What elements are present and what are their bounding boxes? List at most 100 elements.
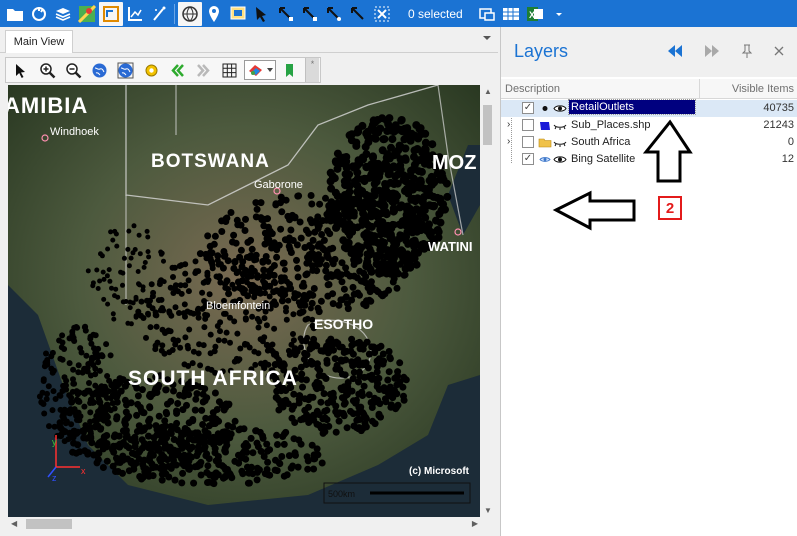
layer-visibility-checkbox[interactable]: ✓ <box>522 153 534 165</box>
tab-list-dropdown-icon[interactable] <box>482 33 492 43</box>
point-layer-icon <box>542 106 548 111</box>
document-tab-strip: Main View <box>0 27 498 53</box>
layer-visible-count: 0 <box>787 136 794 148</box>
layer-name[interactable]: Bing Satellite <box>571 153 635 165</box>
layer-visible-count: 21243 <box>763 119 794 131</box>
scale-bar-label: 500km <box>328 489 355 499</box>
back-icon[interactable] <box>164 58 190 82</box>
toolbar-divider <box>174 3 175 24</box>
eye-icon[interactable] <box>553 102 567 115</box>
open-folder-icon[interactable] <box>3 2 27 26</box>
eye-closed-icon[interactable] <box>553 119 567 132</box>
map-label-city: Gaborone <box>254 179 303 191</box>
map-label-country: AMIBIA <box>8 93 88 118</box>
layer-visibility-checkbox[interactable] <box>522 136 534 148</box>
eye-closed-icon[interactable] <box>553 136 567 149</box>
layers-panel: Layers Description Visible Items ✓ Retai… <box>500 27 797 536</box>
scroll-right-icon[interactable]: ▶ <box>472 519 478 528</box>
node-select-4-icon[interactable] <box>346 2 370 26</box>
folder-icon <box>538 138 552 148</box>
node-select-2-icon[interactable] <box>298 2 322 26</box>
tab-main-view[interactable]: Main View <box>5 30 73 53</box>
chevron-down-icon <box>267 68 273 72</box>
eye-icon[interactable] <box>553 153 567 166</box>
pin-icon[interactable] <box>739 43 755 59</box>
theme-picker-dropdown[interactable] <box>244 60 276 80</box>
node-select-icon[interactable] <box>274 2 298 26</box>
layer-name[interactable]: Sub_Places.shp <box>571 119 651 131</box>
map-pin-colored-icon[interactable] <box>75 2 99 26</box>
select-window-icon[interactable] <box>226 2 250 26</box>
selection-count: 0 selected <box>408 6 463 21</box>
scroll-thumb[interactable] <box>483 105 492 145</box>
map-vertical-scrollbar[interactable]: ▲ ▼ <box>481 85 494 517</box>
scroll-thumb[interactable] <box>26 519 72 529</box>
layer-name[interactable]: South Africa <box>571 136 630 148</box>
expand-right-icon[interactable] <box>704 43 720 59</box>
layer-row-bing-satellite[interactable]: ✓ Bing Satellite 12 <box>501 151 797 168</box>
tree-expander[interactable]: › <box>507 119 515 131</box>
settings-icon[interactable] <box>138 58 164 82</box>
globe-zoom-icon[interactable] <box>86 58 112 82</box>
axis-x-label: x <box>81 466 86 476</box>
grid-table-icon[interactable] <box>499 2 523 26</box>
zoom-out-icon[interactable] <box>60 58 86 82</box>
zoom-in-icon[interactable] <box>34 58 60 82</box>
dropdown-icon[interactable] <box>547 2 571 26</box>
svg-text:X: X <box>529 10 535 20</box>
tree-expander[interactable]: › <box>507 136 515 148</box>
layer-visibility-checkbox[interactable]: ✓ <box>522 102 534 114</box>
axis-z-label: z <box>52 473 57 483</box>
close-icon[interactable] <box>771 43 787 59</box>
arrow-select-icon[interactable] <box>250 2 274 26</box>
globe-full-icon[interactable] <box>112 58 138 82</box>
clear-selection-icon[interactable] <box>370 2 394 26</box>
chart-axis-icon[interactable] <box>123 2 147 26</box>
column-description[interactable]: Description <box>505 83 560 95</box>
forward-icon[interactable] <box>190 58 216 82</box>
layer-row-south-africa[interactable]: › South Africa 0 <box>501 134 797 151</box>
layer-visible-count: 40735 <box>763 102 794 114</box>
column-divider[interactable] <box>699 79 700 99</box>
step-badge: 2 <box>658 196 682 220</box>
collapse-left-icon[interactable] <box>667 43 683 59</box>
layer-row-retailoutlets[interactable]: ✓ RetailOutlets 40735 <box>501 99 797 117</box>
tree-expander[interactable] <box>507 102 515 114</box>
map-label-country: SOUTH AFRICA <box>128 367 298 390</box>
theme-picker-icon <box>249 65 262 76</box>
scroll-up-icon[interactable]: ▲ <box>484 87 492 96</box>
map-label-country: ESOTHO <box>314 316 373 332</box>
map-canvas[interactable]: AMIBIA Windhoek BOTSWANA Gaborone MOZ WA… <box>8 85 480 517</box>
pin-icon[interactable] <box>202 2 226 26</box>
layers-header: Layers <box>501 27 797 77</box>
excel-icon[interactable]: X <box>523 2 547 26</box>
layers-stack-icon[interactable] <box>51 2 75 26</box>
globe-icon[interactable] <box>178 1 202 26</box>
grid-icon[interactable] <box>216 58 242 82</box>
layer-row-sub-places[interactable]: › Sub_Places.shp 21243 <box>501 117 797 134</box>
polygon-layer-icon <box>540 122 550 130</box>
map-label-country: MOZ <box>432 152 476 174</box>
scroll-left-icon[interactable]: ◀ <box>11 519 17 528</box>
wand-icon[interactable] <box>147 2 171 26</box>
map-label-country: BOTSWANA <box>151 151 270 172</box>
scroll-down-icon[interactable]: ▼ <box>484 506 492 515</box>
main-view-panel: Main View * AMIBIA Windhoek BOTSWANA Gab… <box>0 27 498 536</box>
column-visible-items[interactable]: Visible Items <box>732 83 794 95</box>
plug-icon[interactable] <box>27 2 51 26</box>
axis-y-label: y <box>52 437 57 447</box>
toolbar-overflow-button[interactable]: * <box>305 58 319 82</box>
layer-visibility-checkbox[interactable] <box>522 119 534 131</box>
layer-visible-count: 12 <box>781 153 794 165</box>
map-label-city: Bloemfontein <box>206 300 270 312</box>
map-horizontal-scrollbar[interactable]: ◀ ▶ <box>8 517 481 531</box>
layer-name[interactable]: RetailOutlets <box>568 99 696 115</box>
zoom-to-selection-icon[interactable] <box>475 2 499 26</box>
satellite-map[interactable]: AMIBIA Windhoek BOTSWANA Gaborone MOZ WA… <box>8 85 480 517</box>
table-highlight-icon[interactable] <box>99 1 123 26</box>
tree-expander[interactable] <box>507 153 515 165</box>
map-attribution: (c) Microsoft <box>409 466 470 477</box>
pointer-icon[interactable] <box>8 58 34 82</box>
bookmark-icon[interactable] <box>276 58 302 82</box>
node-select-3-icon[interactable] <box>322 2 346 26</box>
